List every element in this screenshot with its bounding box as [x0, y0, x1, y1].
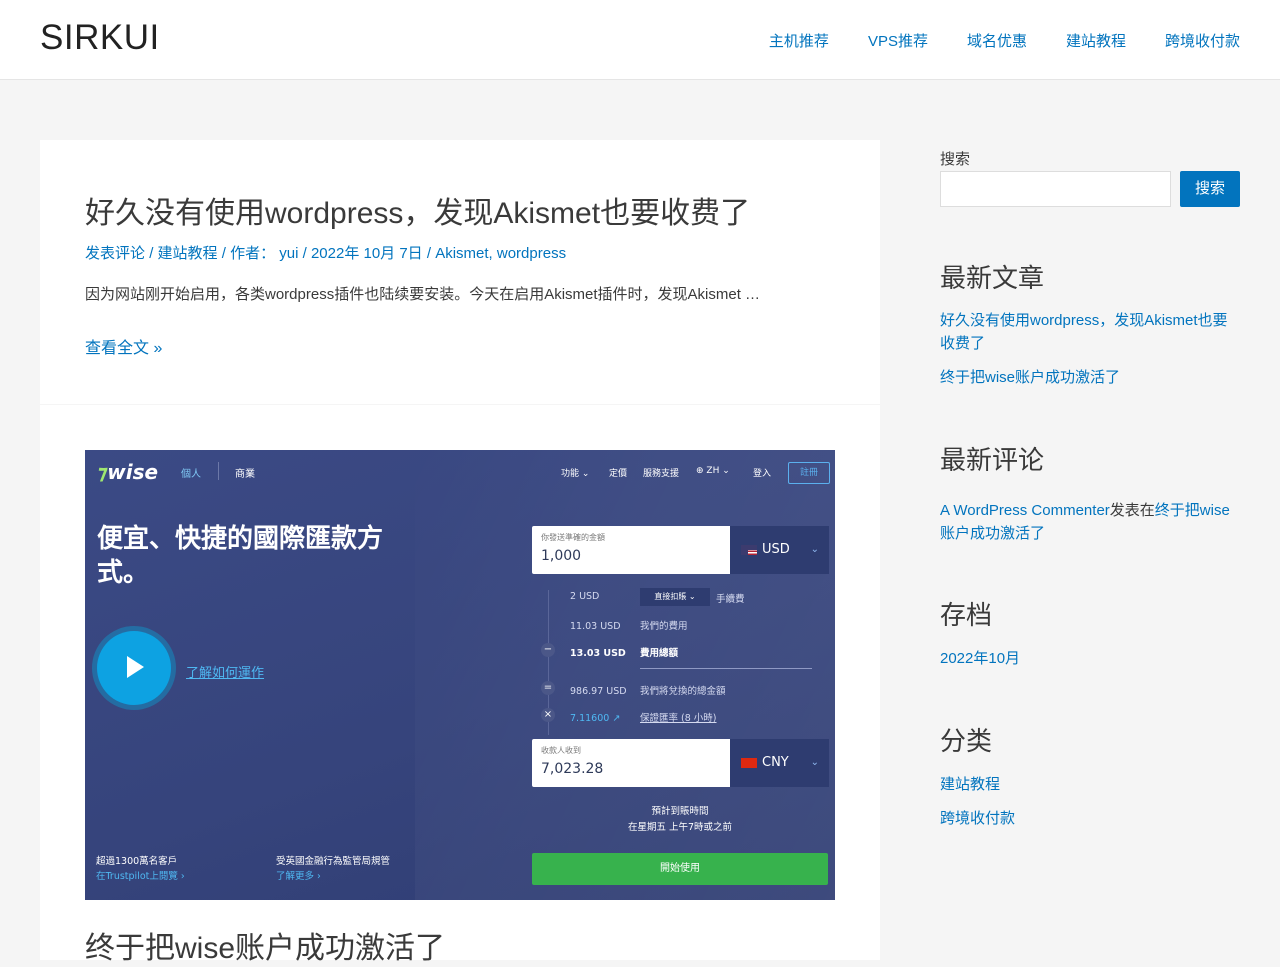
wise-receive-box: 收款人收到 7,023.28 CNY ⌄ — [532, 739, 829, 787]
recent-post-link[interactable]: 好久没有使用wordpress，发现Akismet也要收费了 — [940, 309, 1240, 355]
comment-author-link[interactable]: A WordPress Commenter — [940, 502, 1110, 519]
recent-post-link[interactable]: 终于把wise账户成功激活了 — [940, 366, 1240, 389]
comment-link[interactable]: 发表评论 — [85, 245, 145, 262]
fee-row: 13.03 USD 費用總額 — [570, 648, 679, 659]
chevron-down-icon: ⌄ — [810, 544, 819, 555]
nav-item-vps[interactable]: VPS推荐 — [868, 30, 928, 51]
equals-icon: = — [541, 681, 555, 695]
wise-nav-login: 登入 — [753, 469, 772, 479]
minus-icon: − — [541, 643, 555, 657]
play-icon — [97, 631, 171, 705]
post-card: 好久没有使用wordpress，发现Akismet也要收费了 发表评论 / 建站… — [40, 140, 880, 404]
widget-title-categories: 分类 — [940, 726, 993, 756]
archive-link[interactable]: 2022年10月 — [940, 647, 1240, 670]
us-flag-icon — [741, 544, 757, 555]
times-icon: × — [541, 708, 555, 722]
widget-title-recent-comments: 最新评论 — [940, 445, 1045, 475]
category-link[interactable]: 跨境收付款 — [940, 807, 1240, 830]
category-link[interactable]: 建站教程 — [158, 245, 218, 262]
post-meta: 发表评论 / 建站教程 / 作者： yui / 2022年 10月 7日 / A… — [85, 245, 567, 262]
category-link[interactable]: 建站教程 — [940, 773, 1240, 796]
search-button[interactable]: 搜索 — [1180, 171, 1240, 207]
main-nav: 主机推荐 VPS推荐 域名优惠 建站教程 跨境收付款 — [730, 0, 1240, 80]
wise-nav-support: 服務支援 — [643, 469, 680, 479]
wise-regulated: 受英國金融行為監管局規管 了解更多 › — [276, 856, 391, 882]
author-link[interactable]: yui — [279, 245, 298, 262]
read-more-link[interactable]: 查看全文 » — [85, 334, 162, 358]
tab-personal: 個人 — [181, 469, 201, 480]
post-card: ⁊wise 個人 商業 功能 ⌄ 定價 服務支援 ⊕ ZH ⌄ 登入 註冊 便宜… — [40, 405, 880, 965]
wise-send-box: 你發送準確的金額 1,000 USD ⌄ — [532, 526, 829, 574]
fee-row: 986.97 USD 我們將兌換的總金額 — [570, 686, 726, 697]
post-title[interactable]: 好久没有使用wordpress，发现Akismet也要收费了 — [85, 188, 750, 232]
wise-nav-pricing: 定價 — [609, 469, 628, 479]
search-label: 搜索 — [940, 151, 971, 168]
wise-headline: 便宜、快捷的國際匯款方式。 — [97, 524, 384, 588]
cn-flag-icon — [741, 757, 757, 768]
fee-row: 2 USD — [570, 591, 600, 602]
site-header: SIRKUI 主机推荐 VPS推荐 域名优惠 建站教程 跨境收付款 — [0, 0, 1280, 80]
wise-nav-language: ⊕ ZH ⌄ — [696, 466, 730, 476]
post-title[interactable]: 终于把wise账户成功激活了 — [85, 923, 445, 967]
wise-nav-features: 功能 ⌄ — [561, 469, 590, 479]
widget-title-recent-posts: 最新文章 — [940, 263, 1045, 293]
chevron-down-icon: ⌄ — [810, 757, 819, 768]
nav-item-tutorials[interactable]: 建站教程 — [1066, 30, 1126, 51]
nav-item-payments[interactable]: 跨境收付款 — [1165, 30, 1240, 51]
payment-method-select: 直接扣賬 ⌄ — [640, 588, 710, 606]
tab-business: 商業 — [235, 469, 255, 480]
featured-image[interactable]: ⁊wise 個人 商業 功能 ⌄ 定價 服務支援 ⊕ ZH ⌄ 登入 註冊 便宜… — [85, 450, 835, 900]
wise-start-button: 開始使用 — [532, 853, 828, 885]
nav-item-domains[interactable]: 域名优惠 — [967, 30, 1027, 51]
wise-customers: 超過1300萬名客戶 在Trustpilot上閱覽 › — [96, 856, 185, 882]
search-input[interactable] — [940, 171, 1171, 207]
fee-row: 7.11600 ↗ 保證匯率 (8 小時) — [570, 713, 717, 724]
post-excerpt: 因为网站刚开始启用，各类wordpress插件也陆续要安装。今天在启用Akism… — [85, 286, 761, 303]
recent-comment: A WordPress Commenter发表在终于把wise账户成功激活了 — [940, 502, 1230, 542]
post-date[interactable]: 2022年 10月 7日 — [311, 245, 423, 262]
wise-how-it-works: 了解如何運作 — [186, 666, 265, 681]
wise-logo: ⁊wise — [97, 460, 159, 484]
wise-eta: 預計到賬時間 在星期五 上午7時或之前 — [627, 806, 733, 833]
wise-register-button: 註冊 — [788, 462, 830, 484]
author-label: 作者： — [230, 245, 276, 262]
fee-row: 11.03 USD 我們的費用 — [570, 621, 688, 632]
nav-item-hosting[interactable]: 主机推荐 — [769, 30, 829, 51]
widget-title-archives: 存档 — [940, 600, 993, 630]
site-title[interactable]: SIRKUI — [40, 18, 160, 58]
tag-links[interactable]: Akismet, wordpress — [435, 245, 566, 262]
